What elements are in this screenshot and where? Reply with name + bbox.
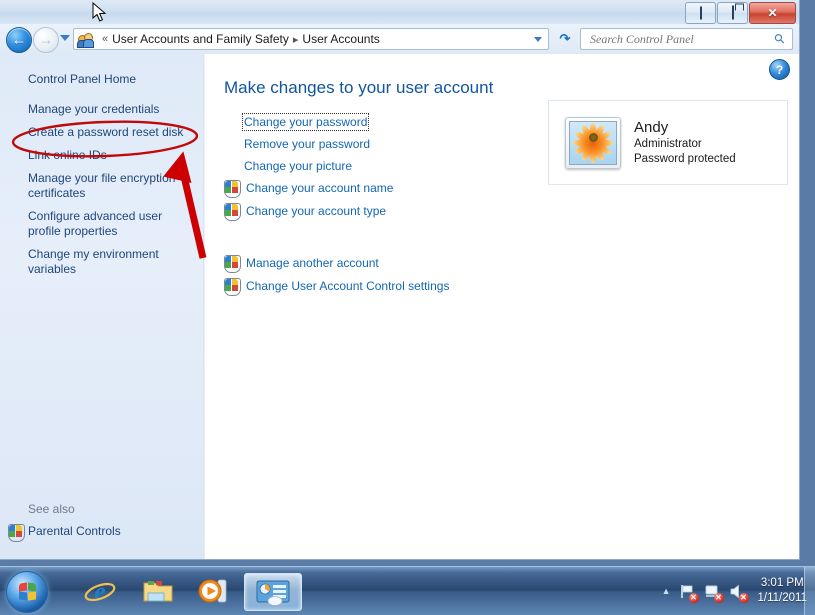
- user-accounts-icon: [77, 31, 94, 48]
- volume-icon[interactable]: ✕: [729, 583, 749, 603]
- content-pane: ? Make changes to your user account Chan…: [205, 54, 799, 559]
- taskbar-button-windows-explorer[interactable]: [130, 573, 186, 609]
- clock-date: 1/11/2011: [757, 592, 807, 604]
- link-change-your-password[interactable]: Change your password: [241, 113, 370, 131]
- forward-button[interactable]: →: [33, 27, 59, 53]
- account-name: Andy: [634, 119, 669, 136]
- breadcrumb-overflow-icon[interactable]: «: [102, 33, 108, 45]
- address-dropdown-icon[interactable]: [534, 36, 542, 42]
- mouse-cursor: [92, 2, 107, 22]
- search-input[interactable]: [588, 30, 776, 48]
- taskbar-button-windows-media-player[interactable]: [186, 573, 242, 609]
- window-body: Control Panel Home Manage your credentia…: [0, 54, 799, 559]
- shield-icon: [8, 524, 25, 542]
- breadcrumb-item-user-accounts-and-family-safety[interactable]: User Accounts and Family Safety: [112, 32, 289, 46]
- minimize-icon: [699, 6, 702, 20]
- link-change-your-account-type[interactable]: Change your account type: [246, 204, 386, 218]
- error-badge-icon: ✕: [688, 592, 699, 603]
- close-icon: ✕: [767, 6, 778, 20]
- window-title-bar: ✕: [0, 0, 799, 24]
- account-role: Administrator: [634, 138, 702, 150]
- sidebar-item-manage-your-credentials[interactable]: Manage your credentials: [28, 102, 193, 117]
- breadcrumb: « User Accounts and Family Safety ▸ User…: [98, 32, 380, 46]
- forward-arrow-icon: →: [38, 31, 54, 49]
- sidebar-item-change-my-environment-variables[interactable]: Change my environment variables: [28, 247, 196, 277]
- account-details: Andy Administrator Password protected: [634, 118, 736, 167]
- start-button[interactable]: [6, 571, 48, 613]
- control-panel-window: ✕ ← → « User Accounts and Family Safety …: [0, 0, 800, 560]
- page-title: Make changes to your user account: [224, 78, 494, 97]
- refresh-button[interactable]: ↷: [556, 30, 574, 48]
- row-change-your-account-type[interactable]: Change your account type: [224, 203, 386, 221]
- sidebar-item-manage-your-file-encryption-certificates[interactable]: Manage your file encryption certificates: [28, 171, 196, 201]
- current-account-card[interactable]: Andy Administrator Password protected: [548, 100, 788, 185]
- row-change-user-account-control-settings[interactable]: Change User Account Control settings: [224, 278, 449, 296]
- breadcrumb-separator-icon: ▸: [292, 33, 299, 46]
- taskbar-button-control-panel[interactable]: [244, 573, 302, 611]
- restore-button[interactable]: [717, 2, 748, 24]
- clock-time: 3:01 PM: [760, 577, 804, 589]
- avatar: [565, 116, 621, 169]
- see-also-label: See also: [28, 502, 75, 516]
- minimize-button[interactable]: [685, 2, 716, 24]
- link-change-your-picture[interactable]: Change your picture: [244, 159, 352, 173]
- link-change-user-account-control-settings[interactable]: Change User Account Control settings: [246, 279, 449, 293]
- search-box[interactable]: ⚲: [580, 28, 793, 50]
- system-tray: ▲ ✕ ✕ ✕ 3:01 PM 1/11/2011: [662, 567, 807, 615]
- sidebar-item-link-online-ids[interactable]: Link online IDs: [28, 148, 193, 163]
- link-change-your-account-name[interactable]: Change your account name: [246, 181, 393, 195]
- close-button[interactable]: ✕: [749, 2, 796, 24]
- show-hidden-icons-button[interactable]: ▲: [662, 586, 671, 596]
- row-change-your-account-name[interactable]: Change your account name: [224, 180, 393, 198]
- shield-icon: [224, 180, 241, 198]
- sidebar: Control Panel Home Manage your credentia…: [0, 54, 204, 559]
- clock[interactable]: 3:01 PM 1/11/2011: [758, 576, 807, 606]
- breadcrumb-item-user-accounts[interactable]: User Accounts: [302, 32, 379, 46]
- shield-icon: [224, 278, 241, 296]
- row-manage-another-account[interactable]: Manage another account: [224, 255, 379, 273]
- help-icon: ?: [775, 62, 784, 77]
- address-bar-row: ← → « User Accounts and Family Safety ▸ …: [0, 24, 799, 54]
- sidebar-item-configure-advanced-user-profile-properties[interactable]: Configure advanced user profile properti…: [28, 209, 196, 239]
- address-bar[interactable]: « User Accounts and Family Safety ▸ User…: [73, 28, 549, 50]
- daisy-flower-avatar-icon: [569, 120, 617, 165]
- link-remove-your-password[interactable]: Remove your password: [244, 137, 370, 151]
- error-badge-icon: ✕: [713, 592, 724, 603]
- taskbar-button-internet-explorer[interactable]: e: [72, 573, 128, 609]
- link-manage-another-account[interactable]: Manage another account: [246, 256, 379, 270]
- show-desktop-button[interactable]: [804, 567, 815, 615]
- account-password-status: Password protected: [634, 153, 736, 165]
- restore-icon: [731, 5, 734, 20]
- back-arrow-icon: ←: [11, 31, 27, 49]
- network-icon[interactable]: ✕: [704, 583, 724, 603]
- sidebar-item-create-a-password-reset-disk[interactable]: Create a password reset disk: [28, 125, 193, 140]
- error-badge-icon: ✕: [738, 592, 749, 603]
- svg-text:e: e: [94, 577, 106, 606]
- window-controls: ✕: [685, 2, 796, 24]
- sidebar-item-parental-controls[interactable]: Parental Controls: [28, 524, 121, 538]
- back-button[interactable]: ←: [6, 27, 32, 53]
- recent-pages-dropdown-icon[interactable]: [60, 35, 70, 41]
- shield-icon: [224, 255, 241, 273]
- action-center-flag-icon[interactable]: ✕: [679, 583, 699, 603]
- sidebar-item-control-panel-home[interactable]: Control Panel Home: [28, 72, 188, 87]
- shield-icon: [224, 203, 241, 221]
- taskbar: e ▲ ✕ ✕ ✕ 3:01 PM 1/11/2011: [0, 566, 815, 615]
- help-button[interactable]: ?: [769, 59, 790, 80]
